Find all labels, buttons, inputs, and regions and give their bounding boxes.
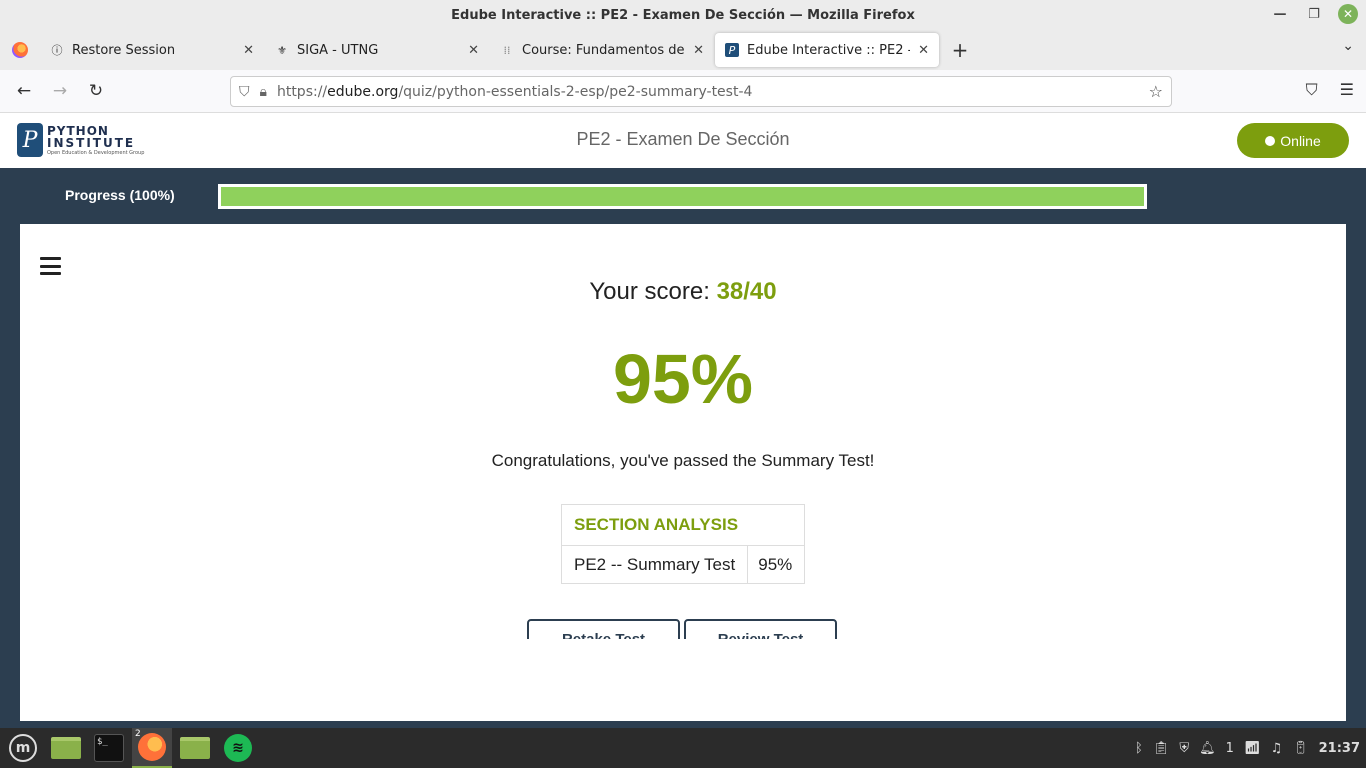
result-actions: Retake Test Review Test [527,619,837,639]
firefox-taskbar-button[interactable]: 2 [132,728,172,768]
score-value: 38/40 [716,278,777,305]
section-name: PE2 -- Summary Test [574,555,736,574]
firefox-view-button[interactable] [0,30,40,70]
spotify-launcher[interactable]: ≋ [218,728,258,768]
files-launcher[interactable] [175,728,215,768]
url-text: https://edube.org/quiz/python-essentials… [277,84,752,100]
tab-label: Course: Fundamentos de Py [522,42,685,58]
section-analysis-title: SECTION ANALYSIS [574,515,739,534]
battery-icon[interactable]: 🔋︎ [1292,741,1309,756]
retake-test-button[interactable]: Retake Test [527,619,680,639]
tab-edube-interactive[interactable]: P Edube Interactive :: PE2 - Ex ✕ [715,33,939,67]
info-icon: ⓘ [51,44,63,57]
table-row: PE2 -- Summary Test 95% [562,545,804,583]
tab-label: Restore Session [72,42,176,58]
back-arrow-icon[interactable]: ← [6,73,42,109]
tab-close-icon[interactable]: ✕ [918,43,929,58]
progress-fill [221,187,1144,206]
online-status-button[interactable]: Online [1237,123,1349,158]
online-label: Online [1280,132,1321,149]
window-title: Edube Interactive :: PE2 - Examen De Sec… [451,7,915,23]
spotify-icon: ≋ [224,734,252,762]
cisco-icon: ⁞⁞ [503,43,511,57]
linux-mint-icon: m [9,734,37,762]
tab-strip: ⓘ Restore Session ✕ ⚜ SIGA - UTNG ✕ ⁞⁞ C… [0,30,1366,70]
section-analysis-table: SECTION ANALYSIS PE2 -- Summary Test 95% [561,504,805,584]
review-test-button[interactable]: Review Test [684,619,837,639]
tab-close-icon[interactable]: ✕ [693,43,704,58]
list-all-tabs-chevron-icon[interactable]: ⌄ [1342,38,1354,54]
logo-line3: Open Education & Development Group [47,149,145,156]
clock[interactable]: 21:37 [1319,741,1360,756]
forward-arrow-icon[interactable]: → [42,73,78,109]
score-label: Your score: [589,278,710,305]
tab-label: SIGA - UTNG [297,42,379,58]
reload-icon[interactable]: ↻ [78,73,114,109]
window-titlebar: Edube Interactive :: PE2 - Examen De Sec… [0,0,1366,30]
bluetooth-icon[interactable]: ᛒ [1135,741,1143,756]
progress-bar [218,184,1147,209]
menu-hamburger-icon[interactable] [40,257,61,275]
section-percent: 95% [747,546,802,583]
tab-restore-session[interactable]: ⓘ Restore Session ✕ [40,33,264,67]
score-percent: 95% [612,340,754,418]
folder-icon [180,737,210,759]
lock-icon[interactable]: 🔒︎ [260,84,267,100]
mint-menu-button[interactable]: m [3,728,43,768]
tab-label: Edube Interactive :: PE2 - Ex [747,42,910,58]
maximize-button[interactable]: ❐ [1304,4,1324,24]
tab-close-icon[interactable]: ✕ [243,43,254,58]
url-path: /quiz/python-essentials-2-esp/pe2-summar… [398,83,753,100]
tab-siga-utng[interactable]: ⚜ SIGA - UTNG ✕ [265,33,489,67]
menu-hamburger-icon[interactable]: ☰ [1340,80,1354,100]
minimize-button[interactable]: — [1270,4,1290,24]
sound-icon[interactable]: ♫ [1270,741,1282,756]
navigation-toolbar: ← → ↻ ⛉ 🔒︎ https://edube.org/quiz/python… [0,70,1366,113]
page-title: PE2 - Examen De Sección [576,129,790,149]
notifications-icon[interactable]: 🔔︎ [1199,741,1216,756]
python-institute-icon: P [725,43,739,57]
firefox-icon [138,733,166,761]
score-line: Your score: 38/40 [20,278,1346,306]
clipboard-icon[interactable]: 📋︎ [1153,741,1170,756]
show-desktop-button[interactable] [46,728,86,768]
url-prefix: https:// [276,83,328,100]
site-header: P PYTHON INSTITUTE Open Education & Deve… [0,113,1366,168]
url-host: edube.org [327,83,399,100]
close-window-button[interactable]: ✕ [1338,4,1358,24]
new-tab-button[interactable]: + [940,38,980,62]
bookmark-star-icon[interactable]: ☆ [1149,82,1163,101]
tab-course-fundamentos[interactable]: ⁞⁞ Course: Fundamentos de Py ✕ [490,33,714,67]
url-bar[interactable]: ⛉ 🔒︎ https://edube.org/quiz/python-essen… [230,76,1172,107]
workspace-number[interactable]: 1 [1226,741,1234,756]
shield-update-icon[interactable]: ⛨ [1179,741,1189,756]
window-count-badge: 2 [135,729,141,739]
wifi-icon[interactable]: 📶︎ [1244,741,1261,756]
terminal-launcher[interactable]: $_ [89,728,129,768]
progress-label: Progress (100%) [65,187,175,203]
system-taskbar: m $_ 2 ≋ ᛒ 📋︎ ⛨ 🔔︎ 1 📶︎ ♫ 🔋︎ 21:37 [0,728,1366,768]
status-dot-icon [1265,135,1276,146]
siga-icon: ⚜ [277,43,287,57]
pocket-icon[interactable]: ⛉ [1306,80,1318,100]
quiz-result-panel: Your score: 38/40 95% Congratulations, y… [20,224,1346,721]
shield-icon[interactable]: ⛉ [239,84,250,100]
firefox-icon [12,42,28,58]
congratulations-message: Congratulations, you've passed the Summa… [491,451,875,470]
desktop-folder-icon [51,737,81,759]
progress-section: Progress (100%) [0,168,1366,224]
system-tray: ᛒ 📋︎ ⛨ 🔔︎ 1 📶︎ ♫ 🔋︎ 21:37 [1135,728,1360,768]
terminal-icon: $_ [94,734,124,762]
tab-close-icon[interactable]: ✕ [468,43,479,58]
